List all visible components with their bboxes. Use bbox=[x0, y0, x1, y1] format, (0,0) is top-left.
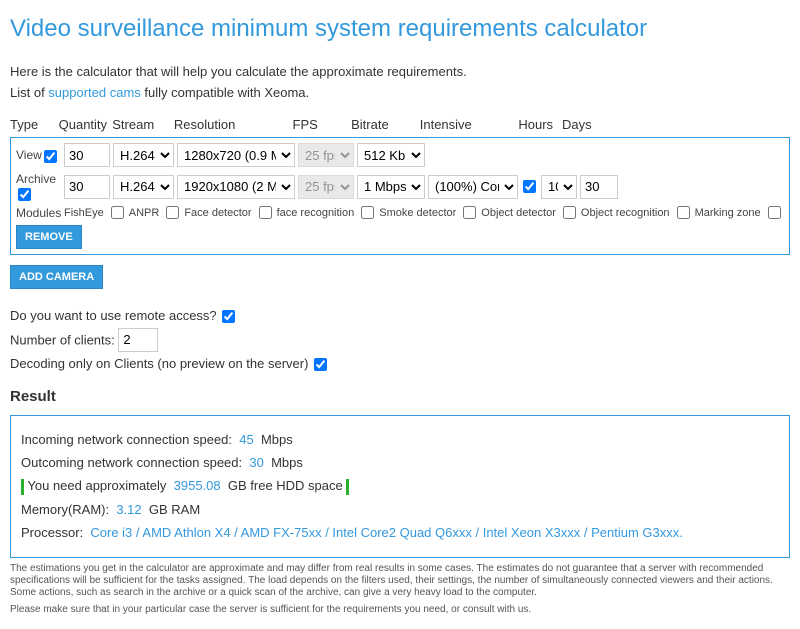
camera-config-box: View H.264 1280x720 (0.9 MP) 25 fps 512 … bbox=[10, 137, 790, 254]
result-processor: Processor: Core i3 / AMD Athlon X4 / AMD… bbox=[21, 524, 779, 542]
result-heading: Result bbox=[10, 388, 790, 405]
footnote-1: The estimations you get in the calculato… bbox=[10, 563, 790, 599]
module-fisheye-checkbox[interactable] bbox=[111, 206, 124, 219]
archive-intensive-select[interactable]: (100%) Continu bbox=[428, 175, 518, 199]
green-mark-icon bbox=[346, 479, 349, 495]
module-smoke-detector-checkbox[interactable] bbox=[463, 206, 476, 219]
decoding-checkbox[interactable] bbox=[314, 358, 327, 371]
intro-line-2: List of supported cams fully compatible … bbox=[10, 84, 790, 102]
view-bitrate-select[interactable]: 512 Kbps bbox=[357, 143, 425, 167]
module-marking-zone-checkbox[interactable] bbox=[768, 206, 781, 219]
archive-resolution-select[interactable]: 1920x1080 (2 MP) bbox=[177, 175, 295, 199]
remove-button[interactable]: REMOVE bbox=[16, 225, 82, 249]
module-object-detector-checkbox[interactable] bbox=[563, 206, 576, 219]
module-object-recognition-checkbox[interactable] bbox=[677, 206, 690, 219]
archive-qty-input[interactable] bbox=[64, 175, 110, 199]
archive-hours-select[interactable]: 10 bbox=[541, 175, 577, 199]
view-fps-select: 25 fps bbox=[298, 143, 354, 167]
module-face-detector-checkbox[interactable] bbox=[259, 206, 272, 219]
view-stream-select[interactable]: H.264 bbox=[113, 143, 174, 167]
supported-cams-link[interactable]: supported cams bbox=[48, 85, 141, 100]
archive-checkbox[interactable] bbox=[18, 188, 31, 201]
archive-hours-checkbox[interactable] bbox=[523, 180, 536, 193]
green-mark-icon bbox=[21, 479, 24, 495]
decoding-row: Decoding only on Clients (no preview on … bbox=[10, 355, 790, 373]
view-qty-input[interactable] bbox=[64, 143, 110, 167]
view-row: View H.264 1280x720 (0.9 MP) 25 fps 512 … bbox=[16, 143, 784, 167]
remote-access-row: Do you want to use remote access? bbox=[10, 307, 790, 325]
result-outcoming: Outcoming network connection speed: 30 M… bbox=[21, 454, 779, 472]
archive-row: Archive H.264 1920x1080 (2 MP) 25 fps 1 … bbox=[16, 172, 784, 200]
result-ram: Memory(RAM): 3.12 GB RAM bbox=[21, 501, 779, 519]
result-hdd: You need approximately 3955.08 GB free H… bbox=[21, 477, 779, 495]
result-box: Incoming network connection speed: 45 Mb… bbox=[10, 415, 790, 558]
add-camera-button[interactable]: ADD CAMERA bbox=[10, 265, 103, 289]
footnote-2: Please make sure that in your particular… bbox=[10, 604, 790, 616]
result-incoming: Incoming network connection speed: 45 Mb… bbox=[21, 431, 779, 449]
view-checkbox[interactable] bbox=[44, 150, 57, 163]
view-resolution-select[interactable]: 1280x720 (0.9 MP) bbox=[177, 143, 295, 167]
intro-line-1: Here is the calculator that will help yo… bbox=[10, 63, 790, 81]
column-headers: Type Quantity Stream Resolution FPS Bitr… bbox=[10, 117, 790, 132]
archive-fps-select: 25 fps bbox=[298, 175, 354, 199]
module-anpr-checkbox[interactable] bbox=[166, 206, 179, 219]
page-title: Video surveillance minimum system requir… bbox=[10, 15, 790, 43]
clients-row: Number of clients: bbox=[10, 328, 790, 352]
archive-bitrate-select[interactable]: 1 Mbps bbox=[357, 175, 425, 199]
module-face-recognition-checkbox[interactable] bbox=[361, 206, 374, 219]
modules-row: Modules FishEye ANPR Face detector face … bbox=[16, 206, 784, 220]
clients-input[interactable] bbox=[118, 328, 158, 352]
archive-stream-select[interactable]: H.264 bbox=[113, 175, 174, 199]
archive-days-input[interactable] bbox=[580, 175, 618, 199]
remote-access-checkbox[interactable] bbox=[222, 310, 235, 323]
